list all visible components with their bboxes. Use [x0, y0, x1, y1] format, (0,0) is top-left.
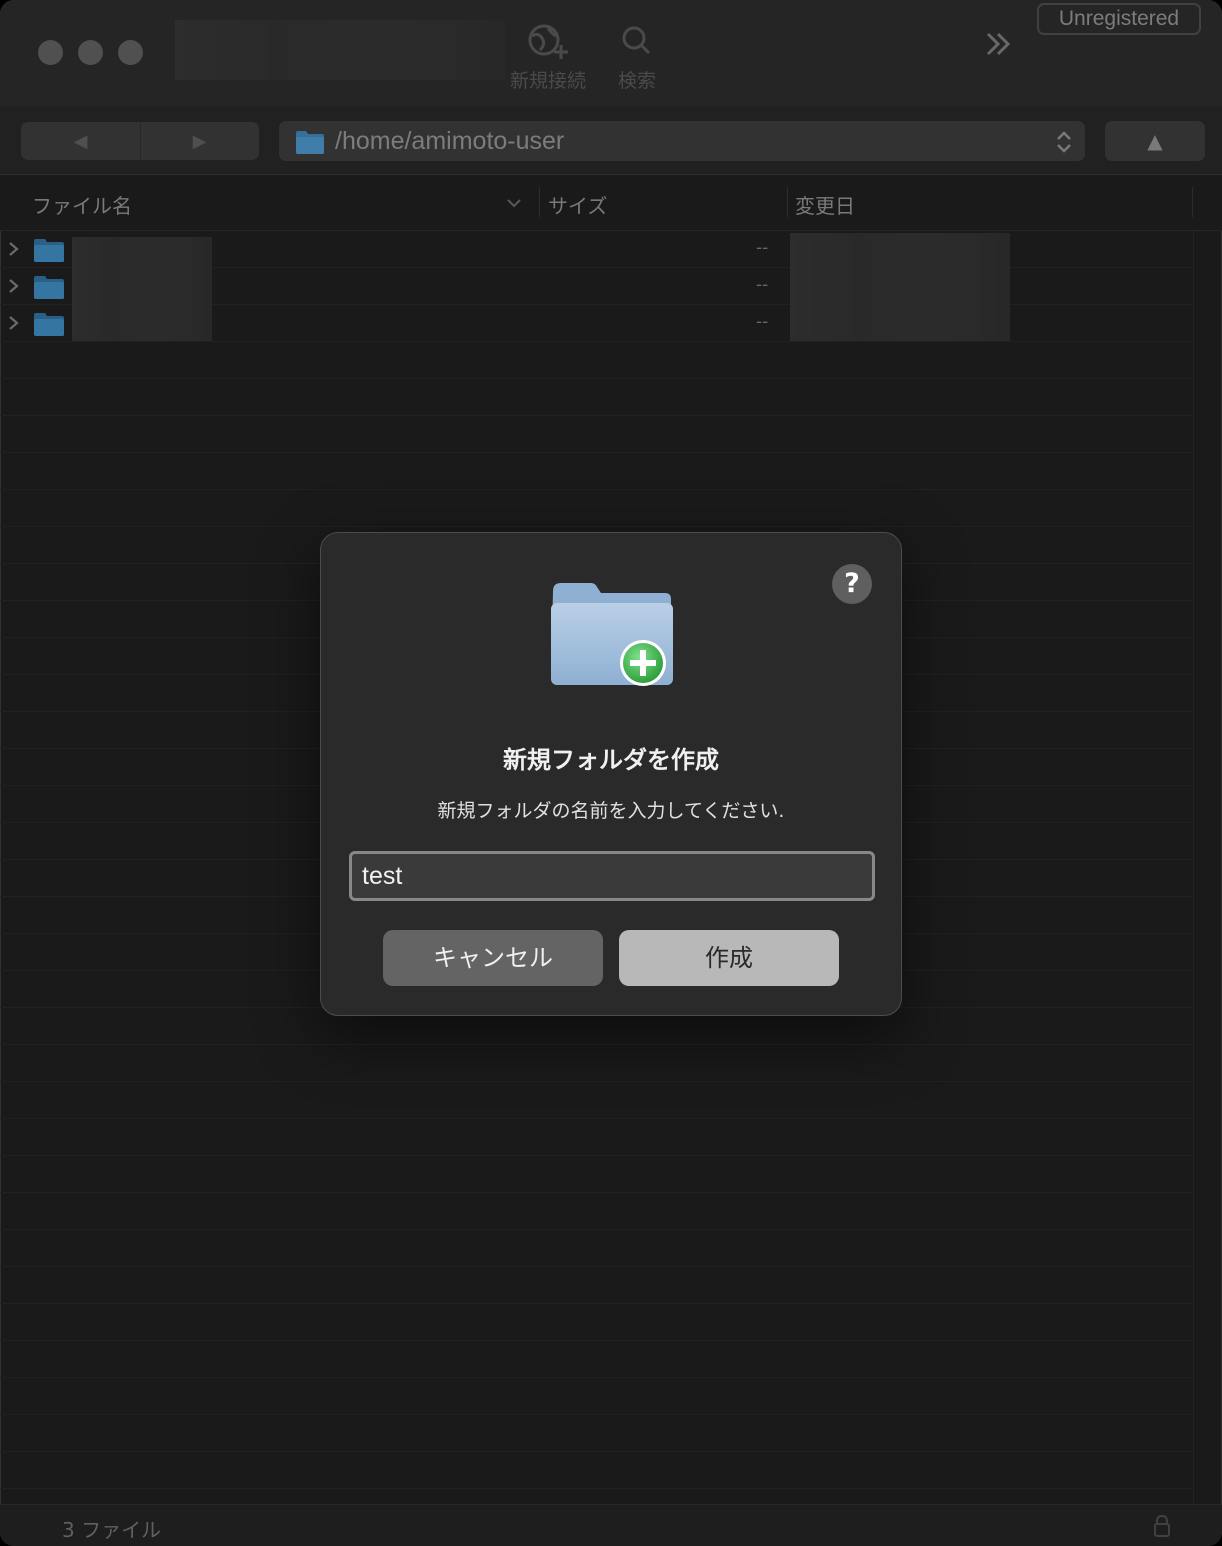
folder-name-input[interactable]	[349, 851, 875, 901]
new-folder-icon	[547, 579, 677, 695]
new-folder-dialog: ? 新規フォルダを作成 新規フォルダの名前を入力してください. test キャン…	[320, 532, 902, 1016]
app-window: 新規接続 検索 Unregistered ◀ ▶ /home/amimoto-u…	[0, 0, 1222, 1546]
dialog-message: 新規フォルダの名前を入力してください.	[437, 800, 785, 822]
help-button[interactable]: ?	[832, 564, 872, 604]
cancel-button[interactable]: キャンセル	[383, 930, 603, 986]
dialog-title: 新規フォルダを作成	[503, 746, 719, 774]
create-button[interactable]: 作成	[619, 930, 839, 986]
